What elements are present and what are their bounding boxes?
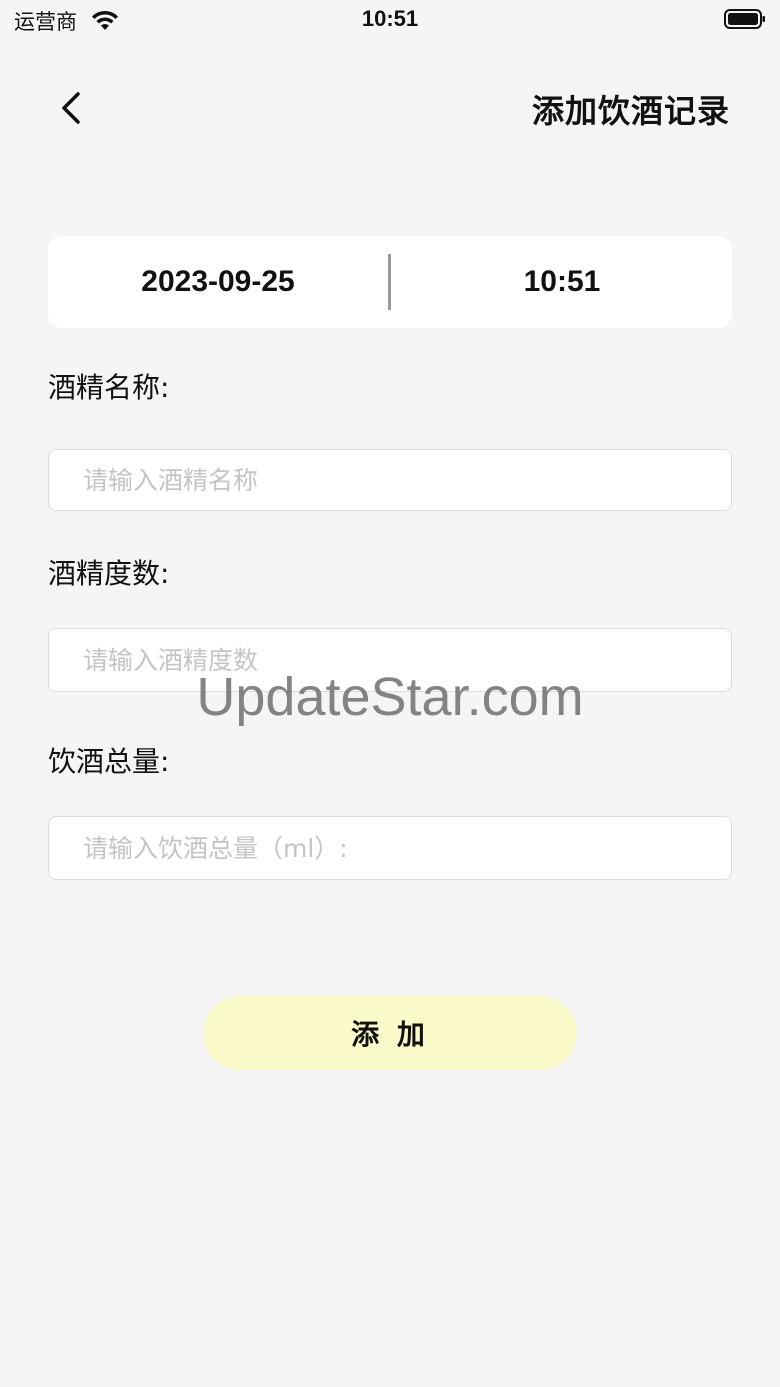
datetime-divider [388,254,391,310]
total-amount-label: 饮酒总量: [48,745,170,778]
chevron-left-icon [62,92,80,124]
battery-icon [724,9,765,29]
date-picker[interactable]: 2023-09-25 [48,236,388,328]
time-picker[interactable]: 10:51 [392,236,732,328]
add-button[interactable]: 添 加 [203,996,577,1070]
back-button[interactable] [50,86,94,130]
alcohol-name-input[interactable] [48,449,732,511]
status-time: 10:51 [361,6,419,31]
alcohol-degree-label: 酒精度数: [48,557,170,590]
alcohol-name-label: 酒精名称: [48,371,170,404]
total-amount-input[interactable] [48,816,732,880]
status-bar: 运营商 10:51 [0,0,780,40]
page-title: 添加饮酒记录 [531,92,730,130]
alcohol-degree-input[interactable] [48,628,732,692]
datetime-card: 2023-09-25 10:51 [48,236,732,328]
